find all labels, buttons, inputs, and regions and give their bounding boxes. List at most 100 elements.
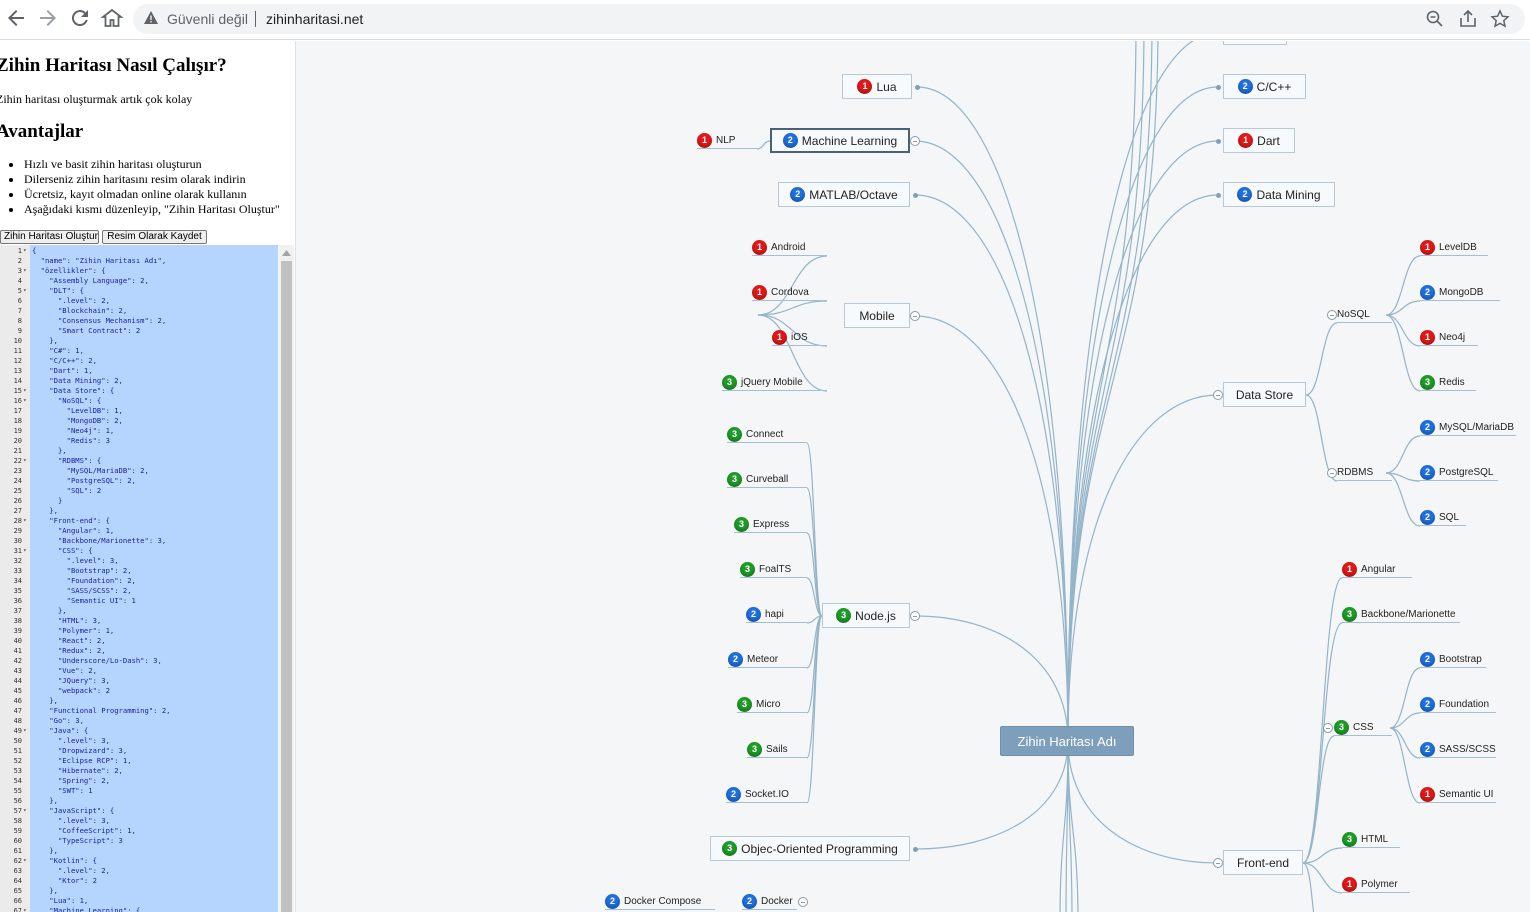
fold-toggle-icon[interactable]: ▾ — [23, 396, 27, 406]
reload-icon[interactable] — [68, 6, 92, 30]
code-line[interactable]: { — [32, 246, 36, 256]
mindmap-leaf-node[interactable]: 3 Sails — [747, 742, 807, 758]
collapse-toggle-icon[interactable] — [1327, 310, 1337, 320]
code-line[interactable]: "Vue": 2, — [32, 666, 97, 676]
mindmap-leaf-node[interactable]: 3 Backbone/Marionette — [1342, 607, 1460, 623]
fold-toggle-icon[interactable]: ▾ — [23, 386, 27, 396]
code-line[interactable]: "Polymer": 1, — [32, 626, 114, 636]
fold-toggle-icon[interactable]: ▾ — [23, 906, 27, 912]
code-line[interactable]: }, — [32, 506, 58, 516]
code-line[interactable]: "özellikler": { — [32, 266, 106, 276]
json-editor[interactable]: 1 ▾{2 "name": "Zihin Haritası Adı", 3 ▾ "öz… — [0, 245, 294, 912]
code-line[interactable]: "Functional Programming": 2, — [32, 706, 170, 716]
code-line[interactable]: "Redis": 3 — [32, 436, 110, 446]
fold-toggle-icon[interactable]: ▾ — [23, 286, 27, 296]
code-line[interactable]: "Dropwizard": 3, — [32, 746, 127, 756]
code-line[interactable]: "PostgreSQL": 2, — [32, 476, 136, 486]
mindmap-topic-node[interactable]: 1 Lua — [842, 74, 912, 99]
code-line[interactable]: "NoSQL": { — [32, 396, 101, 406]
mindmap-root-node[interactable]: Zihin Haritası Adı — [1000, 726, 1134, 756]
scroll-up-arrow-icon[interactable] — [282, 249, 291, 256]
mindmap-leaf-node[interactable]: 3 FoalTS — [740, 562, 807, 578]
security-status-text[interactable]: Güvenli değil — [167, 11, 248, 27]
code-line[interactable]: "Foundation": 2, — [32, 576, 136, 586]
code-line[interactable]: ".level": 3, — [32, 556, 119, 566]
mindmap-leaf-node[interactable]: 1 LevelDB — [1420, 240, 1488, 256]
code-line[interactable]: "Consensus Mechanism": 2, — [32, 316, 166, 326]
mindmap-leaf-node[interactable]: 3 HTML — [1342, 832, 1400, 848]
code-line[interactable]: "CSS": { — [32, 546, 93, 556]
code-line[interactable]: "webpack": 2 — [32, 686, 110, 696]
mindmap-leaf-node[interactable]: 3 Curveball — [727, 472, 807, 488]
mindmap-topic-node[interactable]: 2 MATLAB/Octave — [778, 182, 910, 207]
collapse-toggle-icon[interactable] — [910, 311, 920, 321]
code-line[interactable]: "Front-end": { — [32, 516, 110, 526]
mindmap-leaf-node[interactable]: 2 SQL — [1420, 510, 1466, 526]
collapse-toggle-icon[interactable] — [798, 897, 808, 907]
collapse-toggle-icon[interactable] — [1213, 858, 1223, 868]
collapse-toggle-icon[interactable] — [910, 611, 920, 621]
mindmap-leaf-node[interactable]: 3 Connect — [727, 427, 807, 443]
collapse-toggle-icon[interactable] — [1327, 468, 1337, 478]
mindmap-leaf-node[interactable]: 3 Express — [734, 517, 807, 533]
mindmap-leaf-node[interactable]: NoSQL — [1337, 307, 1392, 323]
collapse-toggle-icon[interactable] — [1323, 723, 1333, 733]
mindmap-leaf-node[interactable]: 2 Meteor — [728, 652, 807, 668]
mindmap-topic-node[interactable]: 2 Data Mining — [1223, 182, 1335, 207]
code-line[interactable]: "DLT": { — [32, 286, 84, 296]
code-line[interactable]: "Assembly Language": 2, — [32, 276, 149, 286]
url-text[interactable]: zihinharitasi.net — [266, 11, 363, 27]
code-line[interactable]: ".level": 2, — [32, 296, 110, 306]
code-line[interactable]: }, — [32, 846, 58, 856]
code-line[interactable]: "Hibernate": 2, — [32, 766, 123, 776]
code-line[interactable]: "Eclipse RCP": 1, — [32, 756, 132, 766]
fold-toggle-icon[interactable]: ▾ — [23, 546, 27, 556]
mindmap-leaf-node[interactable]: 2 Bootstrap — [1420, 652, 1486, 668]
mindmap-topic-node[interactable]: Data Store — [1223, 382, 1306, 407]
code-line[interactable]: "Data Store": { — [32, 386, 114, 396]
mindmap-leaf-node[interactable]: 1 Semantic UI — [1420, 787, 1496, 803]
mindmap-topic-node[interactable]: 2 C/C++ — [1223, 74, 1306, 99]
mindmap-leaf-node[interactable]: 1 Angular — [1342, 562, 1412, 578]
code-line[interactable]: ".level": 3, — [32, 736, 110, 746]
mindmap-leaf-node[interactable]: 3 Micro — [737, 697, 807, 713]
fold-toggle-icon[interactable]: ▾ — [23, 516, 27, 526]
mindmap-leaf-node[interactable]: 1 Neo4j — [1420, 330, 1478, 346]
code-line[interactable]: "Neo4j": 1, — [32, 426, 115, 436]
mindmap-topic-node[interactable]: 1 Dart — [1223, 128, 1295, 153]
code-line[interactable]: "Machine Learning": { — [32, 906, 140, 912]
code-line[interactable]: "name": "Zihin Haritası Adı", — [32, 256, 167, 266]
code-line[interactable]: "LevelDB": 1, — [32, 406, 123, 416]
code-line[interactable]: "Kotlin": { — [32, 856, 97, 866]
code-line[interactable]: "Smart Contract": 2 — [32, 326, 140, 336]
mindmap-leaf-node[interactable]: 3 CSS — [1334, 720, 1392, 736]
code-line[interactable]: "Bootstrap": 2, — [32, 566, 132, 576]
mindmap-topic-node[interactable]: 3 Objec-Oriented Programming — [710, 836, 910, 861]
code-line[interactable]: "Underscore/Lo-Dash": 3, — [32, 656, 162, 666]
code-line[interactable]: "MongoDB": 2, — [32, 416, 123, 426]
scrollbar-thumb[interactable] — [281, 261, 292, 912]
fold-toggle-icon[interactable]: ▾ — [23, 856, 27, 866]
code-line[interactable]: } — [32, 496, 62, 506]
mindmap-leaf-node[interactable]: 1 Cordova — [752, 285, 827, 301]
mindmap-topic-node[interactable]: 2 Machine Learning — [770, 128, 910, 153]
code-line[interactable]: ".level": 2, — [32, 866, 110, 876]
warning-icon[interactable] — [143, 10, 159, 26]
bookmark-star-icon[interactable] — [1490, 9, 1510, 29]
mindmap-leaf-node[interactable]: RDBMS — [1337, 465, 1392, 481]
code-line[interactable]: }, — [32, 886, 58, 896]
mindmap-leaf-node[interactable]: 1 iOS — [772, 330, 827, 346]
code-line[interactable]: "Blockchain": 2, — [32, 306, 127, 316]
code-line[interactable]: "Go": 3, — [32, 716, 84, 726]
code-line[interactable]: "Semantic UI": 1 — [32, 596, 136, 606]
code-line[interactable]: "Java": { — [32, 726, 88, 736]
code-line[interactable]: "Lua": 1, — [32, 896, 88, 906]
code-line[interactable]: "C#": 1, — [32, 346, 84, 356]
zoom-icon[interactable] — [1425, 9, 1445, 29]
mindmap-topic-node[interactable]: Mobile — [844, 303, 910, 328]
code-line[interactable]: }, — [32, 336, 58, 346]
save-image-button[interactable]: Resim Olarak Kaydet — [102, 230, 207, 244]
mindmap-leaf-node[interactable]: 2 Docker — [742, 894, 797, 910]
code-line[interactable]: "Spring": 2, — [32, 776, 110, 786]
create-mindmap-button[interactable]: Zihin Haritası Oluştur — [0, 230, 99, 244]
